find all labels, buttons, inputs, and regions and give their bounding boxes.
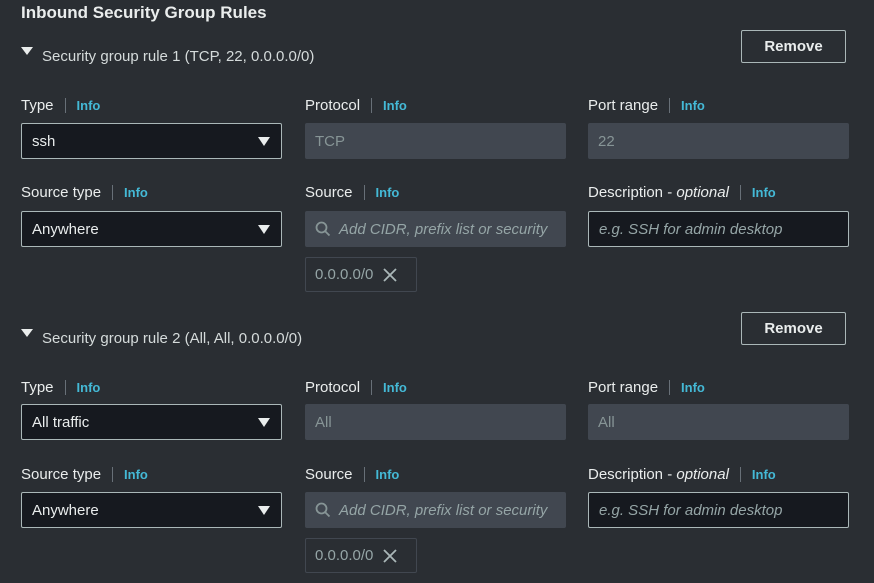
type-label: Type Info [21,377,100,397]
protocol-label-text: Protocol [305,96,361,114]
rule-header[interactable]: Security group rule 2 (All, All, 0.0.0.0… [21,326,303,347]
port-range-value: 22 [598,132,615,150]
divider [739,184,741,200]
source-type-select[interactable]: Anywhere [21,492,282,528]
type-label: Type Info [21,95,100,115]
source-label-text: Source [305,465,353,483]
protocol-field: TCP [305,123,566,159]
source-type-info-link[interactable]: Info [124,467,148,482]
type-select-value: All traffic [32,413,90,431]
protocol-label: Protocol Info [305,95,407,115]
description-info-link[interactable]: Info [752,467,776,482]
port-range-field: All [588,404,849,440]
port-range-label-text: Port range [588,378,659,396]
protocol-value: TCP [315,132,345,150]
description-input[interactable]: e.g. SSH for admin desktop [588,211,849,247]
description-label-main: Description - [588,183,677,201]
divider [64,379,66,395]
port-range-field: 22 [588,123,849,159]
source-type-label: Source type Info [21,182,148,202]
divider [371,379,373,395]
source-type-info-link[interactable]: Info [124,185,148,200]
close-icon[interactable] [383,267,398,282]
source-type-select-value: Anywhere [32,501,99,519]
search-icon [315,502,331,518]
remove-button[interactable]: Remove [741,30,846,63]
type-select[interactable]: ssh [21,123,282,159]
description-info-link[interactable]: Info [752,185,776,200]
description-label-main: Description - [588,465,677,483]
port-range-label: Port range Info [588,95,705,115]
source-search-placeholder: Add CIDR, prefix list or security [339,220,548,238]
type-select[interactable]: All traffic [21,404,282,440]
type-select-value: ssh [32,132,56,150]
source-type-select-value: Anywhere [32,220,99,238]
protocol-field: All [305,404,566,440]
optional-label: optional [676,183,729,201]
source-token-label: 0.0.0.0/0 [315,266,374,283]
rule-title: Security group rule 1 (TCP, 22, 0.0.0.0/… [42,47,315,65]
source-info-link[interactable]: Info [376,467,400,482]
description-input[interactable]: e.g. SSH for admin desktop [588,492,849,528]
remove-button[interactable]: Remove [741,312,846,345]
port-range-info-link[interactable]: Info [681,380,705,395]
chevron-down-icon [258,506,270,515]
section-title: Inbound Security Group Rules [21,3,267,22]
protocol-info-link[interactable]: Info [383,98,407,113]
description-label-text: Description - optional [588,184,729,201]
divider [363,466,365,482]
divider [371,97,373,113]
type-label-text: Type [21,96,54,114]
source-type-label: Source type Info [21,464,148,484]
divider [669,379,671,395]
divider [112,184,114,200]
port-range-label-text: Port range [588,96,659,114]
caret-down-icon[interactable] [21,329,33,337]
source-type-label-text: Source type [21,183,102,201]
source-type-label-text: Source type [21,465,102,483]
close-icon[interactable] [383,548,398,563]
description-placeholder: e.g. SSH for admin desktop [599,220,783,238]
divider [112,466,114,482]
caret-down-icon[interactable] [21,47,33,55]
source-type-select[interactable]: Anywhere [21,211,282,247]
protocol-label-text: Protocol [305,378,361,396]
chevron-down-icon [258,137,270,146]
source-label-text: Source [305,183,353,201]
source-info-link[interactable]: Info [376,185,400,200]
chevron-down-icon [258,418,270,427]
port-range-label: Port range Info [588,377,705,397]
rule-header[interactable]: Security group rule 1 (TCP, 22, 0.0.0.0/… [21,44,315,65]
description-label-text: Description - optional [588,466,729,483]
source-label: Source Info [305,182,399,202]
type-info-link[interactable]: Info [77,98,101,113]
search-icon [315,221,331,237]
source-search-placeholder: Add CIDR, prefix list or security [339,501,548,519]
protocol-label: Protocol Info [305,377,407,397]
source-token: 0.0.0.0/0 [305,538,417,573]
source-search-input[interactable]: Add CIDR, prefix list or security [305,492,566,528]
description-label: Description - optional Info [588,464,776,484]
description-label: Description - optional Info [588,182,776,202]
source-token-label: 0.0.0.0/0 [315,547,374,564]
description-placeholder: e.g. SSH for admin desktop [599,501,783,519]
rule-title: Security group rule 2 (All, All, 0.0.0.0… [42,329,303,347]
chevron-down-icon [258,225,270,234]
port-range-value: All [598,413,615,431]
protocol-info-link[interactable]: Info [383,380,407,395]
port-range-info-link[interactable]: Info [681,98,705,113]
source-label: Source Info [305,464,399,484]
source-search-input[interactable]: Add CIDR, prefix list or security [305,211,566,247]
source-token: 0.0.0.0/0 [305,257,417,292]
type-label-text: Type [21,378,54,396]
type-info-link[interactable]: Info [77,380,101,395]
divider [739,466,741,482]
optional-label: optional [676,465,729,483]
divider [64,97,66,113]
protocol-value: All [315,413,332,431]
divider [669,97,671,113]
divider [363,184,365,200]
